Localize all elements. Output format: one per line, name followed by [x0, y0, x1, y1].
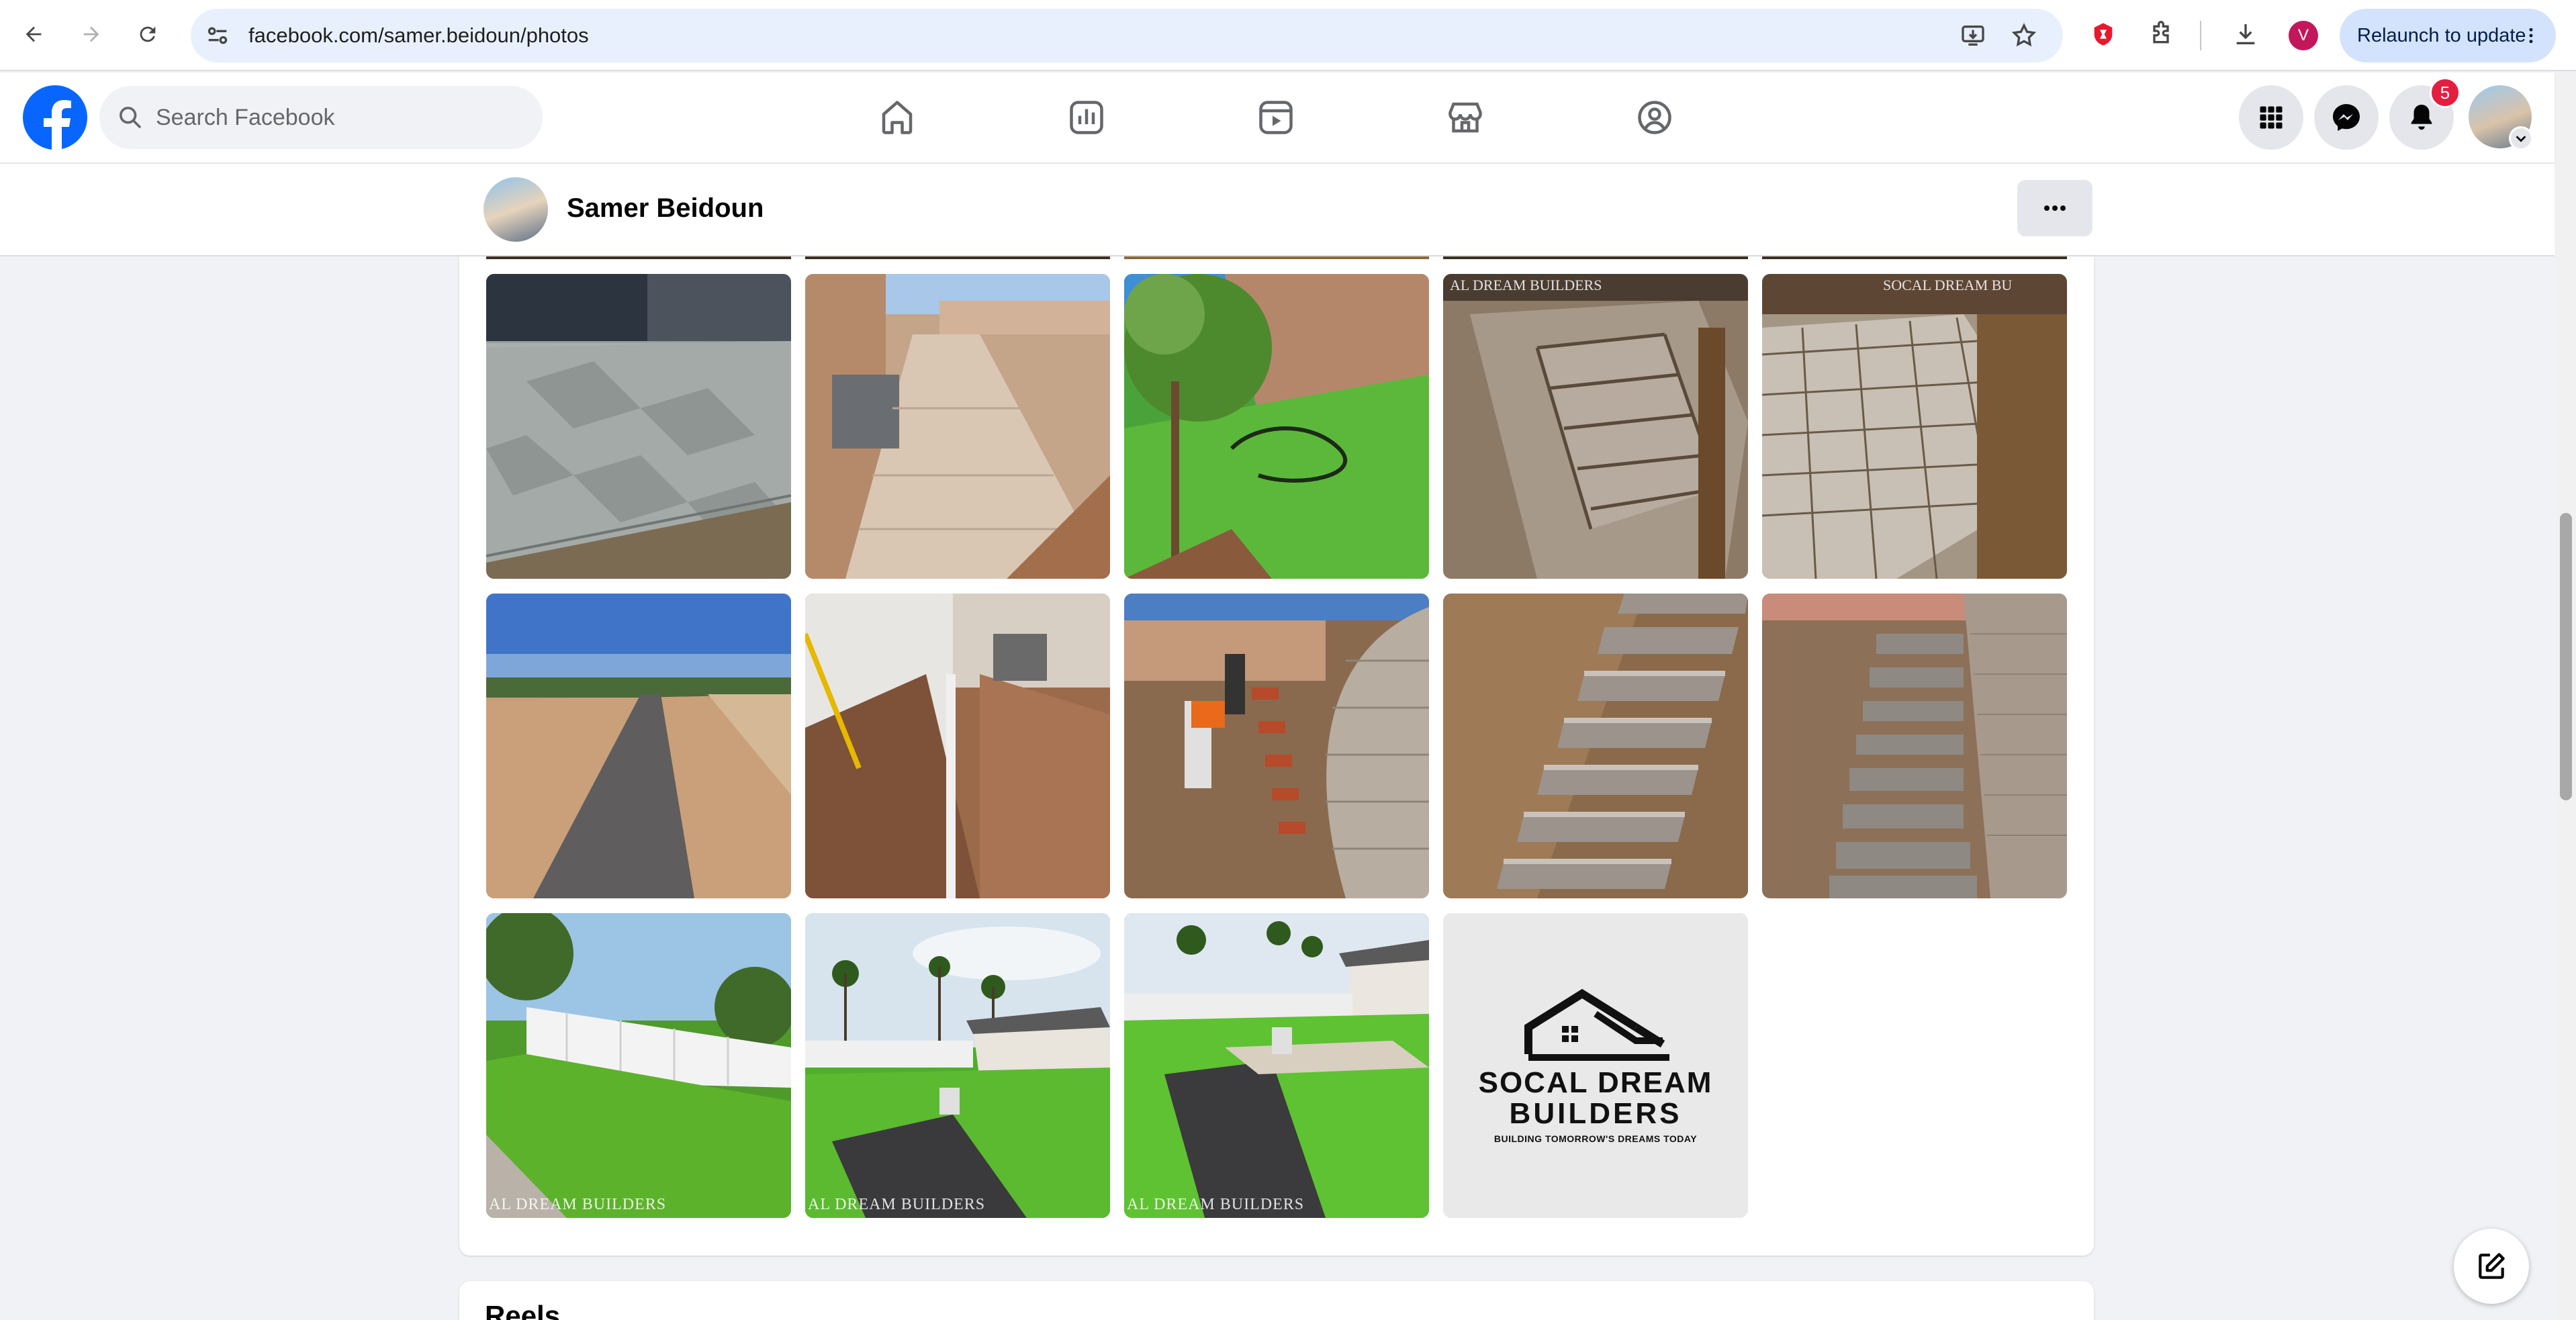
install-app-icon[interactable]	[1960, 22, 1986, 49]
photo-stairs-wall	[1762, 594, 2067, 898]
photo-tile[interactable]	[1443, 594, 1748, 898]
photo-tile[interactable]	[1124, 274, 1429, 579]
facebook-header: Search Facebook	[0, 73, 2555, 162]
photo-rebar-footing	[1443, 274, 1748, 579]
marketplace-icon	[1448, 102, 1482, 133]
photo-tile[interactable]	[1762, 594, 2067, 898]
photo-turf-fence	[486, 913, 791, 1218]
photo-tile[interactable]: AL DREAM BUILDERS	[805, 913, 1110, 1218]
photo-tile[interactable]	[805, 594, 1110, 898]
profile-sticky-bar: Samer Beidoun	[0, 164, 2555, 256]
photo-turf-install-1	[805, 913, 1110, 1218]
photo-tile[interactable]	[486, 274, 791, 579]
photo-lawn-tree	[1124, 274, 1429, 579]
photo-concrete-walkway	[805, 274, 1110, 579]
nav-home[interactable]	[873, 93, 921, 142]
nav-marketplace[interactable]	[1441, 93, 1489, 142]
back-button[interactable]	[15, 15, 52, 53]
photo-tile[interactable]: SOCAL DREAM BU	[1762, 274, 2067, 579]
profile-name[interactable]: Samer Beidoun	[567, 193, 764, 224]
scrollbar-thumb[interactable]	[2560, 513, 2572, 800]
photo-long-path	[486, 594, 791, 898]
reload-icon	[140, 26, 156, 42]
reload-button[interactable]	[129, 15, 167, 53]
downloads-icon[interactable]	[2227, 15, 2264, 53]
nav-groups[interactable]	[1630, 93, 1679, 142]
page-scrollbar[interactable]	[2556, 73, 2576, 1320]
reels-title: Reels	[485, 1300, 561, 1320]
nav-video[interactable]	[1252, 93, 1300, 142]
photo-stairs-dirt	[1443, 594, 1748, 898]
address-bar[interactable]: facebook.com/samer.beidoun/photos	[191, 9, 2063, 62]
photo-strip	[1443, 256, 1748, 259]
relaunch-button[interactable]: Relaunch to update	[2340, 9, 2556, 62]
notification-badge: 5	[2430, 77, 2460, 108]
photo-tile[interactable]	[486, 594, 791, 898]
photo-tile[interactable]: AL DREAM BUILDERS	[486, 913, 791, 1218]
photo-watermark: AL DREAM BUILDERS	[1450, 277, 1602, 293]
more-vert-icon	[2529, 28, 2533, 44]
photo-watermark: AL DREAM BUILDERS	[489, 1196, 667, 1213]
extensions-puzzle-icon[interactable]	[2142, 15, 2180, 53]
photo-strip	[1124, 256, 1429, 259]
profile-avatar[interactable]	[484, 177, 548, 242]
extension-red-icon[interactable]	[2084, 15, 2122, 53]
messenger-button[interactable]	[2314, 85, 2379, 150]
site-settings-icon	[208, 27, 228, 44]
house-logo-icon	[1524, 988, 1669, 1061]
messenger-icon	[2333, 104, 2360, 131]
new-message-button[interactable]	[2454, 1229, 2529, 1304]
photo-checker-patio	[486, 274, 791, 579]
arrow-left-icon	[26, 26, 42, 42]
photo-strip	[805, 256, 1110, 259]
photo-trench	[805, 594, 1110, 898]
nav-dashboard[interactable]	[1062, 93, 1111, 142]
logo-tagline: BUILDING TOMORROW'S DREAMS TODAY	[1493, 1133, 1698, 1144]
facebook-logo-icon[interactable]	[23, 85, 87, 150]
bookmark-star-icon[interactable]	[2011, 22, 2037, 49]
relaunch-label: Relaunch to update	[2357, 24, 2526, 46]
toolbar-divider	[2200, 21, 2201, 50]
logo-line-1: SOCAL DREAM	[1478, 1066, 1713, 1099]
account-chevron[interactable]	[2509, 126, 2533, 150]
video-icon	[1259, 101, 1293, 134]
forward-button[interactable]	[73, 15, 110, 53]
chrome-profile-avatar[interactable]: V	[2289, 21, 2318, 50]
photo-tile[interactable]	[805, 274, 1110, 579]
photo-tile[interactable]	[1124, 594, 1429, 898]
photo-rebar-grid	[1762, 274, 2067, 579]
photos-grid: AL DREAM BUILDERS SOCAL DREAM BU AL DREA…	[459, 256, 2094, 1256]
home-icon	[882, 101, 913, 134]
menu-button[interactable]	[2239, 85, 2303, 150]
photo-watermark: AL DREAM BUILDERS	[808, 1196, 986, 1213]
arrow-right-icon	[83, 26, 99, 42]
photo-turf-install-2	[1124, 913, 1429, 1218]
chart-bars-icon	[1070, 101, 1103, 134]
search-placeholder: Search Facebook	[156, 104, 335, 130]
profile-more-button[interactable]	[2017, 180, 2092, 236]
grid-menu-icon	[2260, 106, 2283, 129]
more-horizontal-icon	[2044, 205, 2066, 211]
url-text: facebook.com/samer.beidoun/photos	[248, 23, 589, 47]
photo-watermark: SOCAL DREAM BU	[1883, 277, 2013, 293]
reels-section: Reels	[459, 1281, 2094, 1320]
photo-tile-logo[interactable]: SOCAL DREAM BUILDERS BUILDING TOMORROW'S…	[1443, 913, 1748, 1218]
photo-tile[interactable]: AL DREAM BUILDERS	[1443, 274, 1748, 579]
chevron-down-icon	[2516, 136, 2526, 142]
browser-toolbar: facebook.com/samer.beidoun/photos V Rela…	[0, 0, 2576, 71]
compose-icon	[2479, 1253, 2505, 1279]
photo-watermark: AL DREAM BUILDERS	[1127, 1196, 1305, 1213]
bell-icon	[2411, 104, 2432, 130]
photo-tile[interactable]: AL DREAM BUILDERS	[1124, 913, 1429, 1218]
photo-strip	[1762, 256, 2067, 259]
photo-strip	[486, 256, 791, 259]
groups-icon	[1638, 101, 1671, 134]
photo-stair-forms	[1124, 594, 1429, 898]
search-icon	[120, 107, 142, 129]
search-input[interactable]: Search Facebook	[99, 86, 543, 149]
logo-line-2: BUILDERS	[1509, 1097, 1682, 1130]
